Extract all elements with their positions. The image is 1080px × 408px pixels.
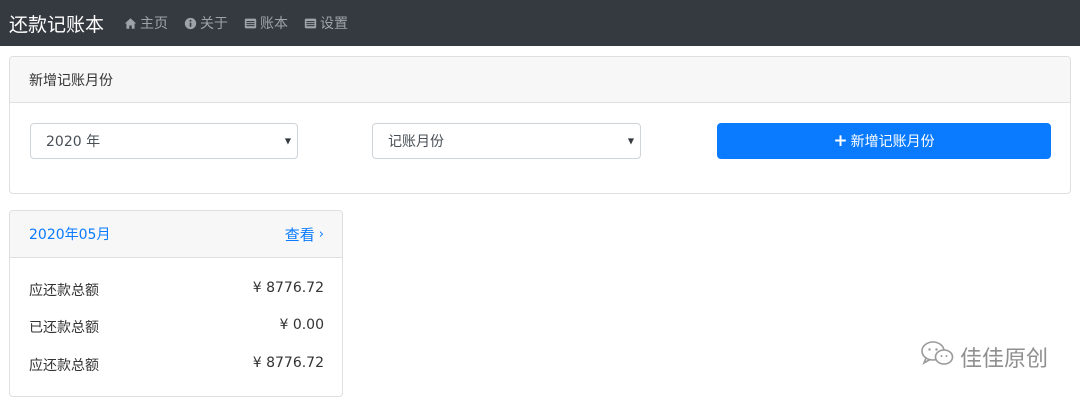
nav-item-home[interactable]: 主页 [123,13,168,33]
year-select-value: 2020 年 [46,134,101,150]
add-month-panel: 新增记账月份 2020 年 ▼ 记账月份 ▼ + 新增记账月份 [9,56,1071,194]
watermark-text: 佳佳原创 [959,347,1048,372]
month-card-header: 2020年05月 查看 › [10,211,342,258]
brand-title[interactable]: 还款记账本 [9,10,104,37]
caret-down-icon: ▼ [627,136,634,146]
nav-item-ledger[interactable]: 账本 [243,13,288,33]
summary-row: 应还款总额 ¥ 8776.72 [29,280,324,300]
wechat-icon [920,340,960,374]
month-summary-card: 2020年05月 查看 › 应还款总额 ¥ 8776.72 已还款总额 ¥ 0.… [9,210,343,397]
summary-row: 应还款总额 ¥ 8776.72 [29,355,324,375]
summary-row-amount: ¥ 8776.72 [252,355,324,371]
watermark: 佳佳原创 [920,340,1048,374]
add-month-panel-header: 新增记账月份 [10,57,1070,103]
info-icon [183,16,197,30]
nav-item-settings[interactable]: 设置 [303,13,348,33]
list-icon [243,16,257,30]
summary-row-amount: ¥ 0.00 [279,317,324,333]
nav-item-ledger-label: 账本 [260,16,289,32]
add-month-button[interactable]: + 新增记账月份 [717,123,1051,159]
nav-item-about-label: 关于 [200,16,229,32]
plus-icon: + [833,130,848,151]
view-link-label: 查看 [284,225,315,244]
summary-row: 已还款总额 ¥ 0.00 [29,317,324,337]
summary-row-label: 已还款总额 [29,320,99,336]
nav-item-settings-label: 设置 [320,16,349,32]
add-month-button-label: 新增记账月份 [850,134,935,150]
nav-item-about[interactable]: 关于 [183,13,228,33]
caret-down-icon: ▼ [284,136,291,146]
month-select-value: 记账月份 [388,134,444,150]
top-navbar: 还款记账本 主页 关于 账本 设置 [0,0,1080,46]
list-icon [303,16,317,30]
summary-row-amount: ¥ 8776.72 [252,280,324,296]
home-icon [123,16,137,30]
add-month-panel-title: 新增记账月份 [29,72,113,89]
summary-row-label: 应还款总额 [29,358,99,374]
summary-row-label: 应还款总额 [29,283,99,299]
month-card-title: 2020年05月 [29,227,111,243]
view-link[interactable]: 查看 › [285,224,324,245]
year-select[interactable]: 2020 年 ▼ [30,123,298,159]
chevron-right-icon: › [318,226,324,242]
month-select[interactable]: 记账月份 ▼ [372,123,641,159]
nav-item-home-label: 主页 [140,16,169,32]
